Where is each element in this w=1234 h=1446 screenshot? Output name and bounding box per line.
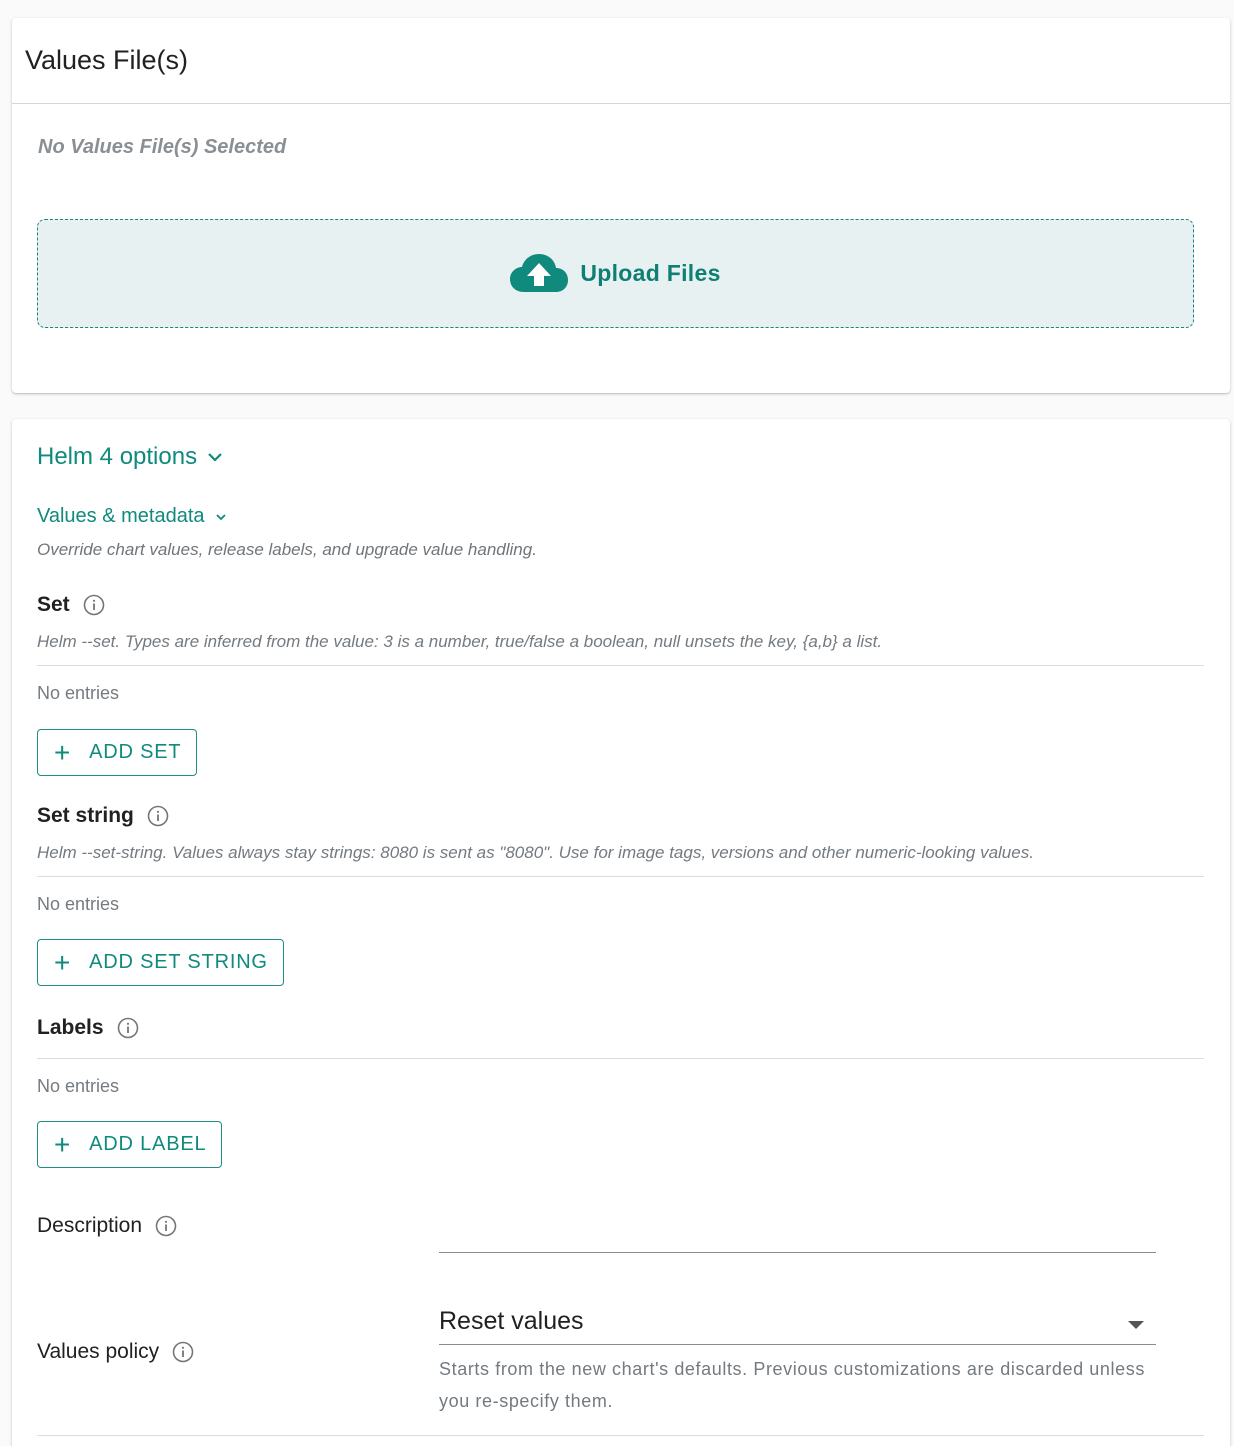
info-icon[interactable] <box>117 1017 139 1039</box>
helm-options-toggle[interactable]: Helm 4 options <box>37 443 223 471</box>
add-label-label: ADD LABEL <box>89 1133 207 1155</box>
info-icon[interactable] <box>147 805 169 827</box>
values-policy-label-row: Values policy <box>37 1340 194 1364</box>
divider <box>37 665 1204 666</box>
set-empty-text: No entries <box>37 683 120 703</box>
plus-icon: + <box>54 1128 72 1160</box>
upload-files-dropzone[interactable]: Upload Files <box>37 219 1194 328</box>
set-string-label: Set string <box>37 804 134 827</box>
add-set-label: ADD SET <box>89 741 182 763</box>
labels-empty-text: No entries <box>37 1076 120 1096</box>
values-policy-selected: Reset values <box>439 1307 584 1335</box>
set-hint: Helm --set. Types are inferred from the … <box>37 632 883 651</box>
values-metadata-toggle[interactable]: Values & metadata <box>37 505 227 528</box>
values-metadata-title: Values & metadata <box>37 505 205 527</box>
values-policy-label: Values policy <box>37 1340 160 1363</box>
divider <box>37 1058 1204 1059</box>
no-values-files-text: No Values File(s) Selected <box>38 136 287 158</box>
plus-icon: + <box>54 736 72 768</box>
helm-options-title: Helm 4 options <box>37 443 198 470</box>
values-files-card: Values File(s) No Values File(s) Selecte… <box>12 18 1230 393</box>
description-label-row: Description <box>37 1214 177 1238</box>
set-label-row: Set <box>37 593 105 617</box>
chevron-down-icon <box>208 453 222 462</box>
divider <box>37 1435 1204 1436</box>
info-icon[interactable] <box>172 1341 194 1363</box>
cloud-upload-icon <box>510 253 569 292</box>
description-label: Description <box>37 1214 143 1237</box>
divider <box>37 876 1204 877</box>
add-label-button[interactable]: + ADD LABEL <box>37 1121 223 1168</box>
add-set-string-label: ADD SET STRING <box>89 951 268 973</box>
labels-label-row: Labels <box>37 1016 139 1040</box>
labels-label: Labels <box>37 1016 104 1039</box>
set-string-empty-text: No entries <box>37 894 120 914</box>
info-icon[interactable] <box>83 594 105 616</box>
dropdown-caret-icon <box>1128 1320 1144 1329</box>
plus-icon: + <box>54 946 72 978</box>
values-files-title: Values File(s) <box>12 18 1230 104</box>
upload-files-label: Upload Files <box>580 260 721 286</box>
set-string-label-row: Set string <box>37 804 169 828</box>
chevron-down-icon <box>215 513 226 520</box>
description-input[interactable] <box>439 1252 1156 1253</box>
values-policy-help: Starts from the new chart's defaults. Pr… <box>439 1359 1145 1411</box>
set-string-hint: Helm --set-string. Values always stay st… <box>37 843 1034 862</box>
add-set-button[interactable]: + ADD SET <box>37 729 198 776</box>
add-set-string-button[interactable]: + ADD SET STRING <box>37 939 284 986</box>
helm-options-card: Helm 4 options Values & metadata Overrid… <box>12 419 1230 1446</box>
values-policy-select[interactable]: Reset values <box>439 1299 1156 1345</box>
set-label: Set <box>37 593 70 616</box>
values-metadata-description: Override chart values, release labels, a… <box>37 540 537 559</box>
info-icon[interactable] <box>155 1215 177 1237</box>
